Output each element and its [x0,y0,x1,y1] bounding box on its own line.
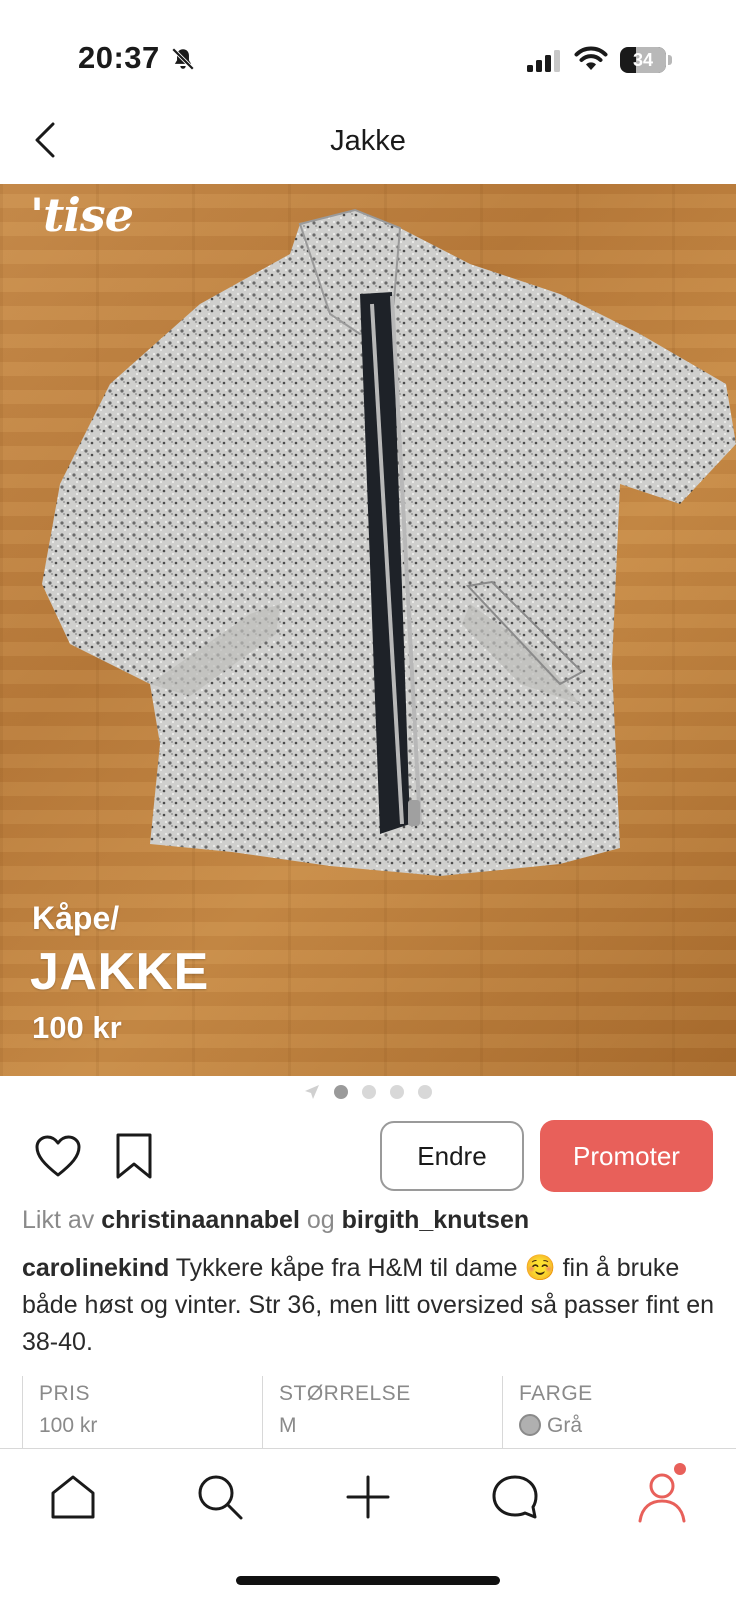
bookmark-icon[interactable] [114,1132,154,1180]
home-icon [51,1475,95,1519]
liked-by-prefix: Likt av [22,1206,95,1234]
tab-home[interactable] [43,1467,103,1527]
tab-add[interactable] [338,1467,398,1527]
seller-username[interactable]: carolinekind [22,1254,169,1282]
info-color: FARGE Grå [502,1376,736,1448]
color-swatch [519,1414,541,1436]
info-value-row: Grå [519,1414,736,1438]
info-price: PRIS 100 kr [22,1376,262,1448]
info-value: M [279,1414,297,1437]
home-indicator[interactable] [236,1576,500,1585]
overlay-price: 100 kr [32,1010,122,1045]
liked-by-user[interactable]: christinaannabel [101,1206,300,1234]
liked-by-user[interactable]: birgith_knutsen [342,1206,530,1234]
battery-body: 34 [620,47,666,73]
info-size: STØRRELSE M [262,1376,502,1448]
tab-profile[interactable] [632,1463,692,1527]
location-arrow-icon [305,1085,319,1099]
notification-badge [674,1463,686,1475]
tab-bar [0,1448,736,1548]
plus-icon [346,1475,390,1519]
nav-header: Jakke [0,110,736,184]
liked-by: Likt av christinaannabel og birgith_knut… [22,1206,529,1235]
pager-dot[interactable] [418,1085,432,1099]
page-title: Jakke [330,125,406,157]
info-value: 100 kr [39,1414,98,1437]
battery-icon: 34 [620,47,672,73]
cellular-signal-icon [527,50,560,72]
info-label: STØRRELSE [279,1382,411,1405]
edit-button[interactable]: Endre [380,1121,524,1191]
tab-search[interactable] [190,1467,250,1527]
promote-button[interactable]: Promoter [540,1120,713,1192]
heart-icon[interactable] [34,1134,82,1178]
bell-slash-icon [171,47,195,71]
wifi-icon [574,46,608,70]
info-label: FARGE [519,1382,593,1405]
image-pager [0,1082,736,1102]
liked-by-conjunction: og [306,1206,335,1234]
action-row: Endre Promoter [0,1120,736,1192]
battery-percentage: 34 [632,50,654,70]
pager-dot[interactable] [334,1085,348,1099]
tise-logo: 'tise [30,188,134,242]
battery-tip [668,55,672,65]
status-time: 20:37 [78,40,160,75]
overlay-title: JAKKE [30,943,209,1001]
profile-icon [638,1473,686,1523]
pager-dot[interactable] [362,1085,376,1099]
overlay-category: Kåpe/ [32,900,120,936]
tab-chat[interactable] [485,1467,545,1527]
product-photo[interactable]: 'tise Kåpe/ JAKKE 100 kr [0,184,736,1076]
pager-dot[interactable] [390,1085,404,1099]
listing-description: carolinekind Tykkere kåpe fra H&M til da… [22,1250,722,1361]
status-bar: 20:37 34 [0,0,736,110]
listing-info: PRIS 100 kr STØRRELSE M FARGE Grå [22,1376,736,1448]
info-label: PRIS [39,1382,91,1405]
chat-icon [492,1475,538,1519]
info-value: Grå [547,1414,583,1437]
search-icon [198,1475,243,1520]
